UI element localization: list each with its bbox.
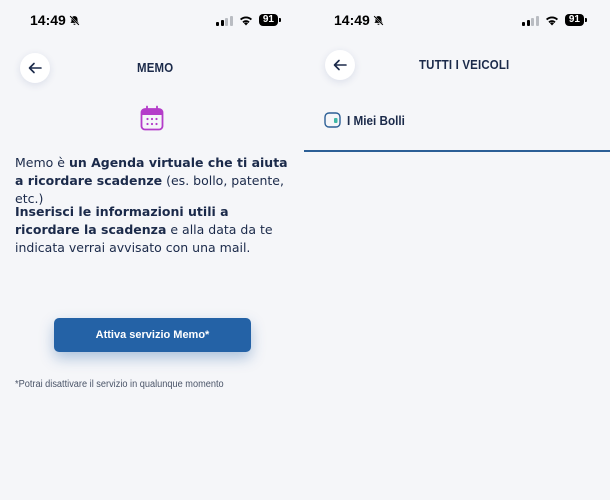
plate-icon bbox=[324, 112, 341, 128]
status-time: 14:49 bbox=[30, 12, 80, 28]
vehicles-screen: 14:49 91 TUTTI I VEICOLI I Miei Bolli bbox=[304, 0, 610, 500]
memo-instructions: Inserisci le informazioni utili a ricord… bbox=[15, 204, 273, 255]
status-bar: 14:49 91 bbox=[0, 12, 304, 32]
calendar-icon bbox=[140, 105, 164, 131]
divider bbox=[304, 150, 610, 152]
system-indicators: 91 bbox=[522, 14, 588, 26]
page-title: MEMO bbox=[137, 60, 174, 75]
footnote: *Potrai disattivare il servizio in qualu… bbox=[15, 379, 224, 390]
cellular-signal-icon bbox=[522, 15, 539, 26]
bell-muted-icon bbox=[373, 14, 384, 26]
page-title: TUTTI I VEICOLI bbox=[419, 57, 510, 72]
back-button[interactable] bbox=[20, 53, 50, 83]
activate-memo-button[interactable]: Attiva servizio Memo* bbox=[54, 318, 251, 352]
list-item-label: I Miei Bolli bbox=[347, 112, 405, 128]
memo-screen: 14:49 91 MEMO Memo è un Agenda virtuale … bbox=[0, 0, 304, 500]
battery-indicator: 91 bbox=[258, 14, 282, 26]
status-time: 14:49 bbox=[334, 12, 384, 28]
bell-muted-icon bbox=[69, 14, 80, 26]
memo-description: Memo è un Agenda virtuale che ti aiuta a… bbox=[15, 155, 288, 206]
arrow-left-icon bbox=[333, 59, 347, 71]
wifi-icon bbox=[239, 15, 252, 25]
back-button[interactable] bbox=[325, 50, 355, 80]
battery-indicator: 91 bbox=[564, 14, 588, 26]
cellular-signal-icon bbox=[216, 15, 233, 26]
arrow-left-icon bbox=[28, 62, 42, 74]
list-item-i-miei-bolli[interactable]: I Miei Bolli bbox=[324, 112, 411, 128]
wifi-icon bbox=[545, 15, 558, 25]
system-indicators: 91 bbox=[216, 14, 282, 26]
status-bar: 14:49 91 bbox=[304, 12, 610, 32]
